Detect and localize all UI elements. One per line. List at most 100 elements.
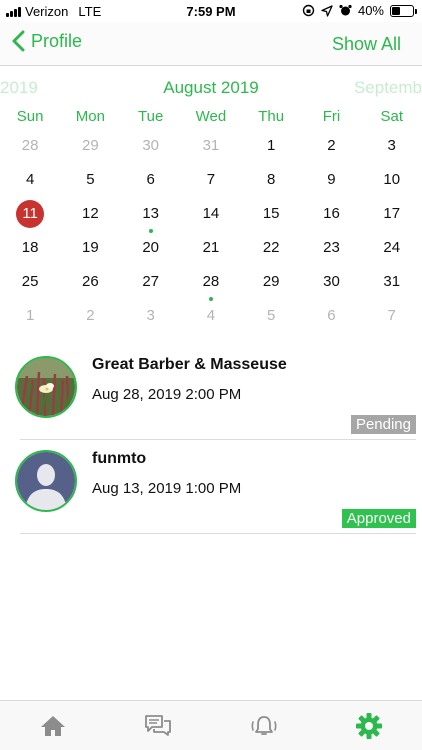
alarm-icon: [339, 4, 352, 16]
chevron-left-icon: [12, 30, 25, 52]
calendar-day[interactable]: 30: [121, 132, 181, 166]
chat-icon: [145, 714, 172, 736]
divider: [20, 533, 416, 534]
calendar-day[interactable]: 10: [362, 166, 422, 200]
tab-bar: [0, 700, 422, 750]
calendar-day[interactable]: 31: [181, 132, 241, 166]
calendar-day[interactable]: 28: [0, 132, 60, 166]
calendar-day[interactable]: 1: [241, 132, 301, 166]
calendar-day[interactable]: 26: [60, 268, 120, 302]
calendar-day[interactable]: 12: [60, 200, 120, 234]
calendar-day[interactable]: 13: [121, 200, 181, 234]
calendar-day[interactable]: 31: [362, 268, 422, 302]
day-number: 31: [202, 137, 220, 154]
event-dot: [148, 229, 153, 233]
day-number: 4: [206, 307, 216, 324]
next-month[interactable]: Septemb: [354, 78, 422, 98]
tab-settings[interactable]: [317, 701, 422, 750]
day-number: 28: [21, 137, 39, 154]
day-number: 30: [142, 137, 159, 154]
calendar-day[interactable]: 7: [362, 302, 422, 336]
calendar-day[interactable]: 15: [241, 200, 301, 234]
day-number: 13: [142, 205, 159, 222]
calendar-grid: 28 29 30 31 1 2 3 4 5 6 7 8 9 10 11 12 13 14 15 16 17 18 19 20 2…: [0, 132, 422, 336]
calendar-day[interactable]: 28: [181, 268, 241, 302]
day-number: 11: [16, 200, 45, 228]
calendar-day[interactable]: 4: [0, 166, 60, 200]
calendar-day[interactable]: 4: [181, 302, 241, 336]
status-badge: Approved: [341, 509, 416, 528]
location-icon: [321, 4, 333, 17]
day-number: 22: [262, 239, 280, 256]
calendar-day[interactable]: 19: [60, 234, 120, 268]
calendar-day[interactable]: 9: [301, 166, 361, 200]
weekday-label: Mon: [75, 108, 105, 125]
day-number: 9: [327, 171, 336, 188]
day-number: 16: [323, 205, 340, 222]
calendar-day[interactable]: 7: [181, 166, 241, 200]
calendar-day[interactable]: 3: [362, 132, 422, 166]
calendar-day[interactable]: 29: [60, 132, 120, 166]
calendar-day[interactable]: 30: [301, 268, 361, 302]
day-number: 8: [267, 171, 276, 188]
calendar-day[interactable]: 29: [241, 268, 301, 302]
calendar-day[interactable]: 27: [121, 268, 181, 302]
home-icon: [40, 715, 65, 736]
show-all-button[interactable]: Show All: [332, 34, 401, 55]
person-silhouette-icon: [17, 452, 75, 510]
calendar-day[interactable]: 5: [60, 166, 120, 200]
day-number: 15: [262, 205, 280, 222]
flower-photo-icon: [17, 358, 75, 416]
calendar-day[interactable]: 5: [241, 302, 301, 336]
calendar-day[interactable]: 8: [241, 166, 301, 200]
calendar-day[interactable]: 25: [0, 268, 60, 302]
calendar-day[interactable]: 2: [60, 302, 120, 336]
day-number: 3: [387, 137, 396, 154]
appointment-item[interactable]: Great Barber & Masseuse Aug 28, 2019 2:0…: [0, 346, 422, 440]
weekday-label: Sat: [380, 108, 403, 125]
appointment-title: funmto: [92, 450, 147, 467]
calendar-day[interactable]: 2: [301, 132, 361, 166]
calendar-day[interactable]: 24: [362, 234, 422, 268]
calendar-day[interactable]: 6: [301, 302, 361, 336]
appointment-item[interactable]: funmto Aug 13, 2019 1:00 PM Approved: [0, 440, 422, 534]
calendar-day-today[interactable]: 11: [0, 200, 60, 234]
day-number: 30: [323, 273, 340, 290]
back-label: Profile: [31, 30, 83, 51]
day-number: 25: [21, 273, 39, 290]
day-number: 26: [82, 273, 99, 290]
calendar-day[interactable]: 17: [362, 200, 422, 234]
calendar-day[interactable]: 6: [121, 166, 181, 200]
calendar-day[interactable]: 1: [0, 302, 60, 336]
calendar-day[interactable]: 18: [0, 234, 60, 268]
tab-home[interactable]: [0, 701, 106, 750]
day-number: 24: [383, 239, 401, 256]
day-number: 29: [82, 137, 99, 154]
day-number: 2: [327, 137, 336, 154]
weekday-label: Thu: [258, 108, 285, 125]
battery-percent: 40%: [357, 3, 384, 18]
calendar-day[interactable]: 23: [301, 234, 361, 268]
weekday-label: Wed: [195, 108, 227, 125]
calendar-day[interactable]: 21: [181, 234, 241, 268]
bell-icon: [251, 715, 277, 735]
calendar-day[interactable]: 14: [181, 200, 241, 234]
tab-messages[interactable]: [106, 701, 212, 750]
calendar-day[interactable]: 22: [241, 234, 301, 268]
day-number: 31: [383, 273, 401, 290]
day-number: 21: [202, 239, 220, 256]
appointment-datetime: Aug 28, 2019 2:00 PM: [92, 386, 242, 403]
tab-notifications[interactable]: [211, 701, 317, 750]
calendar-day[interactable]: 3: [121, 302, 181, 336]
day-number: 3: [146, 307, 155, 324]
calendar-day[interactable]: 20: [121, 234, 181, 268]
day-number: 12: [82, 205, 99, 222]
calendar-day[interactable]: 16: [301, 200, 361, 234]
day-number: 29: [262, 273, 280, 290]
day-number: 5: [267, 307, 276, 324]
day-number: 2: [86, 307, 95, 324]
back-button[interactable]: Profile: [12, 30, 82, 52]
weekday-label: Fri: [322, 108, 341, 125]
battery-icon: [390, 4, 417, 17]
weekday-label: Sun: [16, 108, 44, 125]
